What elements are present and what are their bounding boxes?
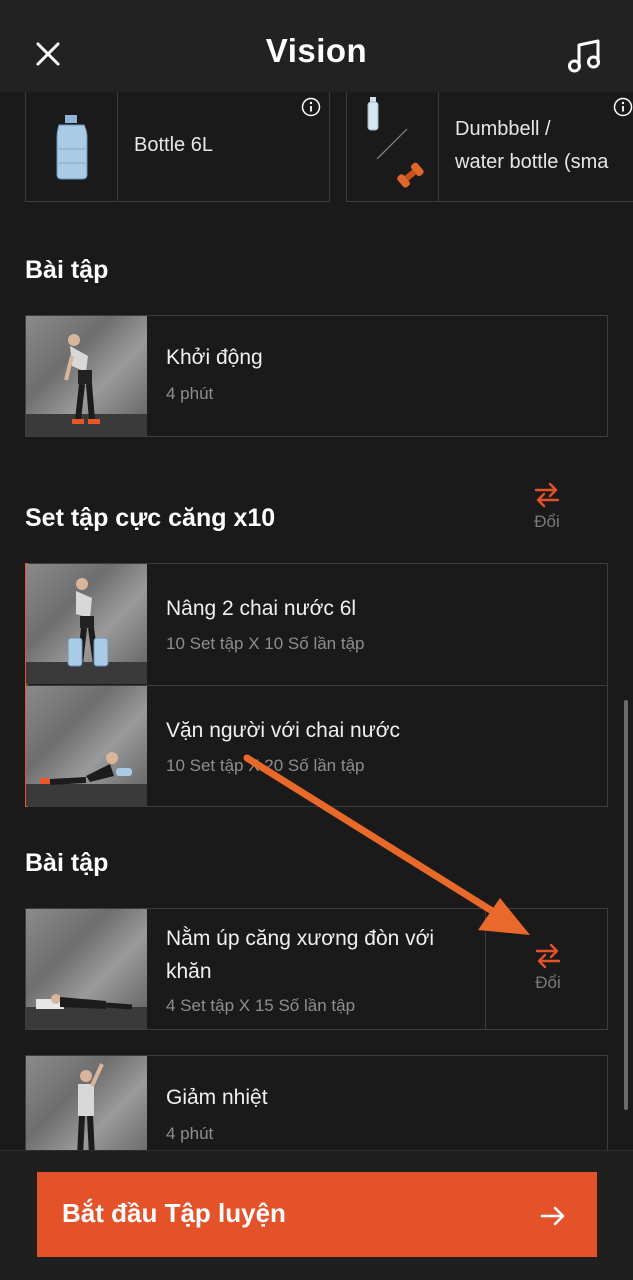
exercise-thumbnail (26, 686, 147, 806)
exercise-name: Vặn người với chai nước (166, 719, 401, 742)
section-title-warmup: Bài tập (25, 256, 109, 284)
exercise-card-clavicle-stretch[interactable]: Nằm úp căng xương đòn với khăn 4 Set tập… (25, 908, 608, 1030)
section-title-exercises: Bài tập (25, 849, 109, 877)
exercise-thumbnail (26, 316, 147, 436)
start-workout-label: Bắt đầu Tập luyện (62, 1198, 286, 1228)
superset-group: Nâng 2 chai nước 6l 10 Set tập X 10 Số l… (25, 563, 608, 807)
equipment-label-line-2: water bottle (sma (455, 151, 609, 173)
swap-arrows-icon (535, 943, 561, 969)
exercise-name-line-2: khăn (166, 960, 212, 983)
workout-content[interactable]: Bottle 6L Dumbbell / water bottle (sma B… (0, 92, 633, 1150)
equipment-label-line-1: Dumbbell / (455, 118, 551, 140)
swap-button-exercise[interactable]: Đổi (518, 941, 578, 993)
exercise-duration: 4 phút (166, 384, 214, 403)
bottom-bar: Bắt đầu Tập luyện (0, 1150, 633, 1280)
equipment-item-dumbbell[interactable]: Dumbbell / water bottle (sma (346, 92, 633, 202)
swap-label: Đổi (534, 512, 560, 531)
exercise-thumbnail (26, 1056, 147, 1150)
exercise-name-line-1: Nằm úp căng xương đòn với (166, 927, 435, 950)
exercise-duration: 4 phút (166, 1124, 214, 1143)
superset-row[interactable]: Nâng 2 chai nước 6l 10 Set tập X 10 Số l… (26, 564, 607, 685)
music-icon[interactable] (565, 36, 605, 76)
dumbbell-bottle-icon (347, 92, 439, 201)
water-jug-icon (26, 92, 118, 201)
exercise-name: Khởi động (166, 346, 263, 369)
equipment-item-bottle[interactable]: Bottle 6L (25, 92, 330, 202)
exercise-card-cooldown[interactable]: Giảm nhiệt 4 phút (25, 1055, 608, 1150)
swap-button-superset[interactable]: Đổi (517, 480, 577, 532)
exercise-thumbnail (26, 564, 147, 684)
exercise-sets-reps: 10 Set tập X 10 Số lần tập (166, 634, 365, 653)
top-bar: Vision (0, 0, 633, 92)
superset-row[interactable]: Vặn người với chai nước 10 Set tập X 20 … (26, 685, 607, 806)
info-icon[interactable] (301, 97, 321, 117)
exercise-name: Nâng 2 chai nước 6l (166, 597, 357, 620)
exercise-name: Giảm nhiệt (166, 1086, 268, 1109)
start-workout-button[interactable]: Bắt đầu Tập luyện (37, 1172, 597, 1257)
info-icon[interactable] (613, 97, 633, 117)
equipment-label: Bottle 6L (134, 134, 213, 156)
exercise-thumbnail (26, 909, 147, 1029)
swap-label: Đổi (535, 973, 561, 992)
exercise-card-warmup[interactable]: Khởi động 4 phút (25, 315, 608, 437)
exercise-sets-reps: 4 Set tập X 15 Số lần tập (166, 996, 356, 1015)
scrollbar[interactable] (624, 700, 628, 1110)
exercise-sets-reps: 10 Set tập X 20 Số lần tập (166, 756, 365, 775)
swap-arrows-icon (534, 482, 560, 508)
page-title: Vision (265, 32, 368, 69)
section-title-superset: Set tập cực căng x10 (25, 504, 276, 532)
arrow-right-icon (540, 1206, 565, 1226)
divider (485, 909, 486, 1029)
